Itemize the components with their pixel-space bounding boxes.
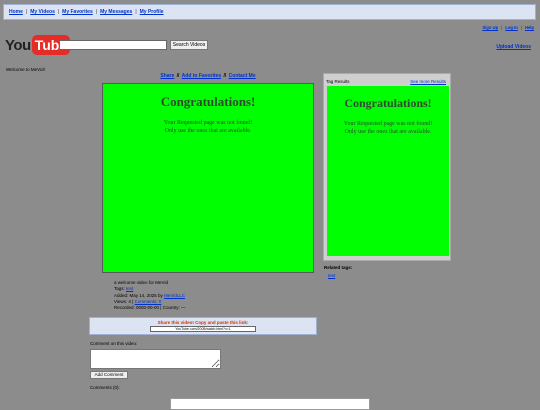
nav-separator: | (95, 9, 98, 15)
views-label: Views: 4 | (114, 298, 134, 304)
top-navigation-bar: Home | My Videos | My Favorites | My Messages |… (3, 4, 536, 20)
share-link[interactable]: Share (160, 73, 174, 79)
see-more-results-link[interactable]: See more Results (410, 79, 446, 84)
related-tag-link[interactable]: test (328, 273, 335, 278)
comment-label: Comment on this video: (90, 341, 138, 346)
nav-separator: | (135, 9, 137, 15)
author-link[interactable]: MeVidLLC (164, 293, 185, 298)
player-message-line-1: Your Requested page was not found! (163, 120, 253, 126)
contact-me-link[interactable]: Contact Me (229, 73, 256, 79)
tag-results-frame: Congratulations! Your Requested page was… (327, 86, 449, 256)
comment-textarea[interactable] (90, 349, 221, 369)
account-links: Sign Up | Log In | Help (482, 25, 534, 30)
add-to-favorites-link[interactable]: Add to Favorites (182, 73, 221, 79)
embed-link-field[interactable] (150, 326, 256, 332)
log-in-link[interactable]: Log In (505, 25, 518, 30)
tag-results-message-line-1: Your Requested page was not found! (343, 121, 433, 127)
video-recorded-row: Recorded: 0000-00-00 | Country: — (114, 305, 186, 311)
nav-my-messages-link[interactable]: My Messages (100, 9, 132, 15)
share-embed-box: Share this video! Copy and paste this li… (89, 317, 317, 335)
add-comment-button[interactable]: Add Comment (90, 371, 128, 379)
tag-results-frame-message: Your Requested page was not found! Only … (327, 120, 449, 136)
player-title: Congratulations! (160, 94, 256, 109)
tag-link[interactable]: test (126, 286, 133, 291)
embed-title: Share this video! Copy and paste this li… (157, 320, 249, 325)
logo-you-text: You (5, 36, 31, 54)
upload-videos-link[interactable]: Upload Videos (496, 44, 531, 50)
share-links-bar: Share // Add to Favorites // Contact Me (103, 73, 313, 79)
search-videos-button[interactable]: Search Videos (170, 40, 208, 50)
video-info: a welcome video for MeVid Tags: test Add… (114, 280, 185, 311)
comments-count: Comments (0): (90, 385, 120, 390)
related-tags-title: Related tags: (324, 265, 353, 270)
tag-results-frame-title: Congratulations! (344, 96, 432, 110)
help-link[interactable]: Help (525, 25, 534, 30)
player-message: Your Requested page was not found! Only … (103, 119, 313, 135)
tag-results-message-line-2: Only use the ones that are available. (344, 129, 432, 135)
added-label: Added: May 14, 2025 by (114, 292, 163, 298)
player-message-line-2: Only use the ones that are available. (164, 128, 252, 134)
nav-my-favorites-link[interactable]: My Favorites (62, 9, 93, 15)
share-separator: // (176, 73, 180, 79)
tag-results-panel: Tag Results See more Results Congratulat… (323, 73, 451, 261)
comments-link[interactable]: Comments: 0 (135, 299, 162, 304)
footer-box (170, 398, 370, 410)
welcome-text: Welcome to MeVid! (6, 67, 45, 72)
search-input[interactable] (59, 40, 167, 50)
nav-my-profile-link[interactable]: My Profile (140, 9, 164, 15)
account-separator: | (520, 25, 522, 30)
nav-home-link[interactable]: Home (9, 9, 23, 15)
share-separator: // (223, 73, 227, 79)
nav-my-videos-link[interactable]: My Videos (30, 9, 55, 15)
sign-up-link[interactable]: Sign Up (482, 25, 498, 30)
tag-results-title: Tag Results (326, 79, 350, 84)
tags-label: Tags: (114, 286, 125, 292)
video-player[interactable]: Congratulations! Your Requested page was… (102, 83, 314, 273)
